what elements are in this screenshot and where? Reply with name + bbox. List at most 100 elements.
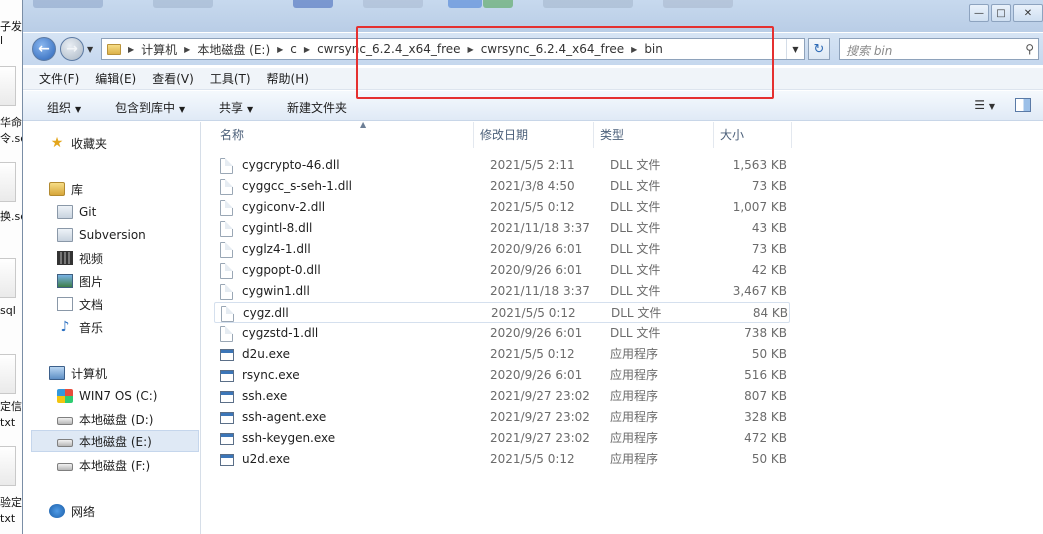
desktop-file-icon[interactable] — [0, 66, 16, 106]
column-header-size[interactable]: 大小 — [714, 122, 792, 148]
table-row[interactable]: cygpopt-0.dll 2020/9/26 6:01 DLL 文件 42 KB — [214, 260, 790, 281]
maximize-button[interactable]: □ — [991, 4, 1011, 22]
search-placeholder: 搜索 bin — [846, 44, 893, 58]
file-size: 328 KB — [744, 410, 787, 424]
view-options-button[interactable]: ☰ ▼ — [974, 98, 995, 112]
menu-help[interactable]: 帮助(H) — [267, 70, 309, 87]
nav-item-subversion[interactable]: Subversion — [57, 225, 146, 245]
search-icon[interactable]: ⚲ — [1025, 42, 1034, 56]
file-name-cell[interactable]: cygwin1.dll — [220, 281, 310, 302]
nav-drive-c[interactable]: WIN7 OS (C:) — [57, 386, 158, 406]
refresh-button[interactable]: ↻ — [808, 38, 830, 60]
menu-file[interactable]: 文件(F) — [39, 70, 79, 87]
file-name-cell[interactable]: cygpopt-0.dll — [220, 260, 321, 281]
file-modified: 2021/3/8 4:50 — [490, 179, 575, 193]
new-folder-button[interactable]: 新建文件夹 — [287, 99, 347, 116]
table-row[interactable]: cyglz4-1.dll 2020/9/26 6:01 DLL 文件 73 KB — [214, 239, 790, 260]
table-row[interactable]: cygwin1.dll 2021/11/18 3:37 DLL 文件 3,467 KB — [214, 281, 790, 302]
table-row[interactable]: cyggcc_s-seh-1.dll 2021/3/8 4:50 DLL 文件 73 … — [214, 176, 790, 197]
table-row[interactable]: ssh.exe 2021/9/27 23:02 应用程序 807 KB — [214, 386, 790, 407]
table-row[interactable]: ssh-keygen.exe 2021/9/27 23:02 应用程序 472 KB — [214, 428, 790, 449]
file-name-cell[interactable]: cyglz4-1.dll — [220, 239, 311, 260]
desktop-file-icon[interactable] — [0, 354, 16, 394]
nav-drive-d[interactable]: 本地磁盘 (D:) — [57, 409, 153, 429]
preview-pane-icon[interactable] — [1015, 98, 1031, 112]
nav-item-label: 图片 — [79, 274, 104, 289]
minimize-button[interactable]: — — [969, 4, 989, 22]
breadcrumb-cwrsync-2[interactable]: cwrsync_6.2.4_x64_free — [481, 42, 624, 56]
nav-item-documents[interactable]: 文档 — [57, 294, 103, 314]
file-name-cell[interactable]: cygiconv-2.dll — [220, 197, 325, 218]
desktop-file-icon[interactable] — [0, 162, 16, 202]
nav-drive-label: 本地磁盘 (E:) — [79, 434, 152, 449]
chevron-right-icon[interactable]: ▶ — [184, 45, 190, 54]
table-row[interactable]: cygz.dll 2021/5/5 0:12 DLL 文件 84 KB — [214, 302, 790, 323]
nav-drive-f[interactable]: 本地磁盘 (F:) — [57, 455, 150, 475]
menu-edit[interactable]: 编辑(E) — [95, 70, 136, 87]
file-name-cell[interactable]: rsync.exe — [220, 365, 300, 386]
breadcrumb-computer[interactable]: 计算机 — [141, 41, 177, 58]
chevron-right-icon[interactable]: ▶ — [277, 45, 283, 54]
nav-favorites[interactable]: ★ 收藏夹 — [49, 133, 107, 153]
chevron-right-icon[interactable]: ▶ — [304, 45, 310, 54]
organize-button[interactable]: 组织 ▼ — [47, 99, 81, 116]
file-type: 应用程序 — [610, 431, 659, 445]
breadcrumb-drive-e[interactable]: 本地磁盘 (E:) — [197, 41, 270, 58]
nav-item-git[interactable]: Git — [57, 202, 96, 222]
menu-tools[interactable]: 工具(T) — [210, 70, 251, 87]
column-header-modified[interactable]: 修改日期 — [474, 122, 594, 148]
file-type: 应用程序 — [610, 368, 659, 382]
share-button[interactable]: 共享 ▼ — [219, 99, 253, 116]
address-dropdown-icon[interactable]: ▼ — [786, 39, 804, 59]
nav-drive-e[interactable]: 本地磁盘 (E:) — [31, 430, 199, 452]
file-modified: 2021/5/5 0:12 — [491, 306, 576, 320]
file-name-cell[interactable]: cygzstd-1.dll — [220, 323, 318, 344]
breadcrumb-bin[interactable]: bin — [644, 42, 663, 56]
file-name-cell[interactable]: cygintl-8.dll — [220, 218, 312, 239]
column-header-type[interactable]: 类型 — [594, 122, 714, 148]
nav-item-pictures[interactable]: 图片 — [57, 271, 103, 291]
file-name-cell[interactable]: ssh-agent.exe — [220, 407, 326, 428]
forward-button[interactable]: → — [60, 37, 84, 61]
address-bar[interactable]: ▶ 计算机 ▶ 本地磁盘 (E:) ▶ c ▶ cwrsync_6.2.4_x6… — [101, 38, 805, 60]
chevron-right-icon[interactable]: ▶ — [128, 45, 134, 54]
table-row[interactable]: cygintl-8.dll 2021/11/18 3:37 DLL 文件 43 KB — [214, 218, 790, 239]
menu-view[interactable]: 查看(V) — [152, 70, 194, 87]
nav-libraries[interactable]: 库 — [49, 179, 83, 199]
exe-icon — [220, 453, 234, 466]
chevron-right-icon[interactable]: ▶ — [631, 45, 637, 54]
file-name: cygz.dll — [243, 306, 289, 320]
title-bar[interactable]: — □ ✕ — [23, 0, 1043, 32]
file-name-cell[interactable]: u2d.exe — [220, 449, 290, 470]
table-row[interactable]: u2d.exe 2021/5/5 0:12 应用程序 50 KB — [214, 449, 790, 470]
nav-network[interactable]: 网络 — [49, 501, 95, 521]
file-name-cell[interactable]: cygz.dll — [221, 303, 289, 324]
search-input[interactable]: 搜索 bin ⚲ — [839, 38, 1039, 60]
file-name-cell[interactable]: cyggcc_s-seh-1.dll — [220, 176, 352, 197]
file-name-cell[interactable]: d2u.exe — [220, 344, 290, 365]
table-row[interactable]: rsync.exe 2020/9/26 6:01 应用程序 516 KB — [214, 365, 790, 386]
file-name-cell[interactable]: ssh-keygen.exe — [220, 428, 335, 449]
table-row[interactable]: ssh-agent.exe 2021/9/27 23:02 应用程序 328 KB — [214, 407, 790, 428]
history-dropdown-icon[interactable]: ▼ — [87, 45, 93, 54]
breadcrumb-c[interactable]: c — [290, 42, 297, 56]
table-row[interactable]: cygcrypto-46.dll 2021/5/5 2:11 DLL 文件 1,563… — [214, 155, 790, 176]
desktop-file-icon[interactable] — [0, 258, 16, 298]
chevron-right-icon[interactable]: ▶ — [468, 45, 474, 54]
nav-item-music[interactable]: ♪ 音乐 — [57, 317, 103, 337]
subversion-folder-icon — [57, 228, 73, 242]
file-name-cell[interactable]: ssh.exe — [220, 386, 287, 407]
nav-item-videos[interactable]: 视频 — [57, 248, 103, 268]
table-row[interactable]: d2u.exe 2021/5/5 0:12 应用程序 50 KB — [214, 344, 790, 365]
close-button[interactable]: ✕ — [1013, 4, 1043, 22]
breadcrumb-cwrsync-1[interactable]: cwrsync_6.2.4_x64_free — [317, 42, 460, 56]
table-row[interactable]: cygzstd-1.dll 2020/9/26 6:01 DLL 文件 738 KB — [214, 323, 790, 344]
desktop-file-icon[interactable] — [0, 446, 16, 486]
back-button[interactable]: ← — [32, 37, 56, 61]
table-row[interactable]: cygiconv-2.dll 2021/5/5 0:12 DLL 文件 1,007 K… — [214, 197, 790, 218]
nav-computer[interactable]: 计算机 — [49, 363, 107, 383]
column-header-name[interactable]: 名称 — [214, 122, 474, 148]
file-name-cell[interactable]: cygcrypto-46.dll — [220, 155, 340, 176]
include-in-library-button[interactable]: 包含到库中 ▼ — [115, 99, 185, 116]
dll-icon — [220, 325, 233, 342]
